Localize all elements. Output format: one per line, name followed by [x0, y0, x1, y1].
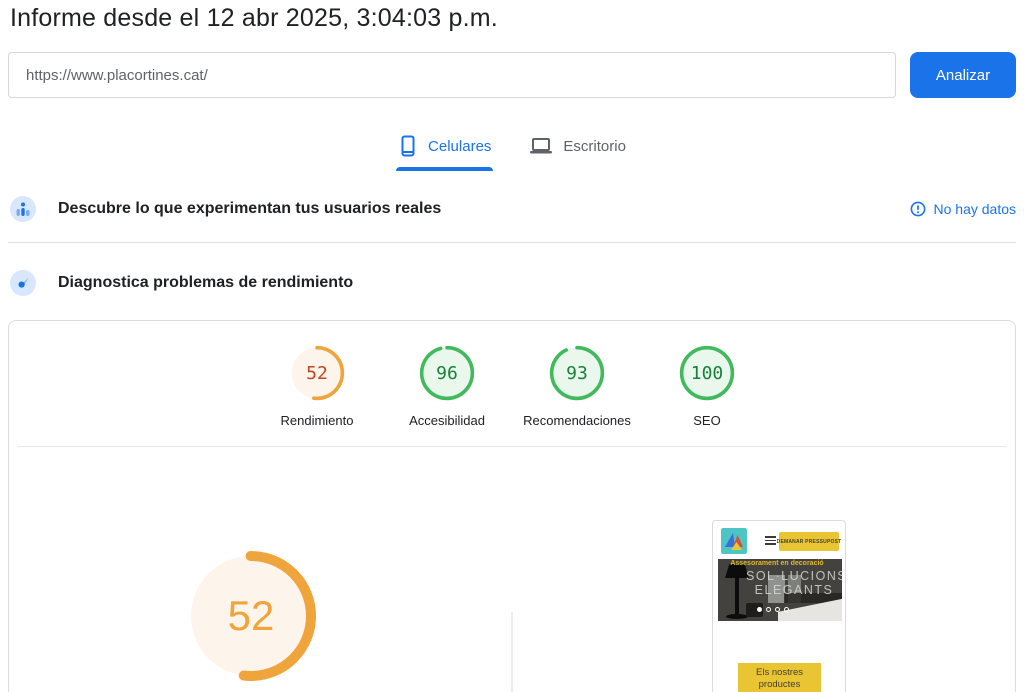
tab-mobile[interactable]: Celulares — [398, 134, 491, 158]
laptop-icon — [529, 136, 553, 156]
no-data-link[interactable]: No hay datos — [910, 201, 1017, 217]
site-hero-title: SOL·LUCIONS ELEGANTS — [746, 569, 842, 597]
site-screenshot-thumbnail[interactable]: DEMANAR PRESSUPOST Assesorament en decor… — [712, 520, 846, 692]
site-header: DEMANAR PRESSUPOST — [713, 521, 845, 559]
site-logo — [721, 528, 747, 554]
field-data-section-header: Descubre lo que experimentan tus usuario… — [10, 196, 1016, 222]
site-hero-tagline: Assesorament en decoració — [718, 560, 836, 567]
score-label: SEO — [693, 413, 720, 428]
performance-gauge-value: 52 — [181, 546, 321, 686]
active-tab-underline — [396, 167, 493, 171]
analyze-button[interactable]: Analizar — [910, 52, 1016, 98]
speedometer-icon — [10, 270, 36, 296]
site-quote-button: DEMANAR PRESSUPOST — [779, 532, 839, 551]
site-cta-button: Els nostres productes — [738, 663, 821, 692]
tab-mobile-label: Celulares — [428, 138, 491, 155]
score-label: Accesibilidad — [409, 413, 485, 428]
score-label: Recomendaciones — [523, 413, 631, 428]
score-value: 93 — [548, 344, 606, 402]
performance-gauge: 52 — [181, 546, 321, 686]
score-performance[interactable]: 52 Rendimiento — [252, 344, 382, 428]
users-metrics-icon — [10, 196, 36, 222]
score-value: 96 — [418, 344, 476, 402]
pagespeed-report: Informe desde el 12 abr 2025, 3:04:03 p.… — [0, 0, 1024, 692]
score-best-practices[interactable]: 93 Recomendaciones — [512, 344, 642, 428]
lab-data-section-header: Diagnostica problemas de rendimiento — [10, 270, 1016, 296]
score-label: Rendimiento — [281, 413, 354, 428]
hamburger-menu-icon — [765, 536, 776, 547]
no-data-label: No hay datos — [934, 201, 1017, 217]
info-icon — [910, 201, 926, 217]
vertical-divider — [511, 612, 513, 692]
section-divider — [8, 242, 1016, 243]
lab-data-title: Diagnostica problemas de rendimiento — [58, 274, 353, 292]
tab-desktop[interactable]: Escritorio — [529, 134, 626, 158]
carousel-dots — [718, 607, 828, 612]
device-tabs: Celulares Escritorio — [0, 134, 1024, 158]
smartphone-icon — [398, 135, 418, 157]
category-scores: 52 Rendimiento 96 Accesibilidad — [9, 344, 1015, 428]
page-title: Informe desde el 12 abr 2025, 3:04:03 p.… — [10, 4, 498, 33]
site-hero-image: Assesorament en decoració SOL·LUCIONS EL… — [718, 559, 842, 621]
score-accessibility[interactable]: 96 Accesibilidad — [382, 344, 512, 428]
field-data-title: Descubre lo que experimentan tus usuario… — [58, 200, 441, 218]
card-divider — [17, 446, 1007, 447]
score-seo[interactable]: 100 SEO — [642, 344, 772, 428]
url-input[interactable] — [8, 52, 896, 98]
score-value: 100 — [678, 344, 736, 402]
report-card: 52 Rendimiento 96 Accesibilidad — [8, 320, 1016, 692]
tab-desktop-label: Escritorio — [563, 138, 626, 155]
score-value: 52 — [288, 344, 346, 402]
